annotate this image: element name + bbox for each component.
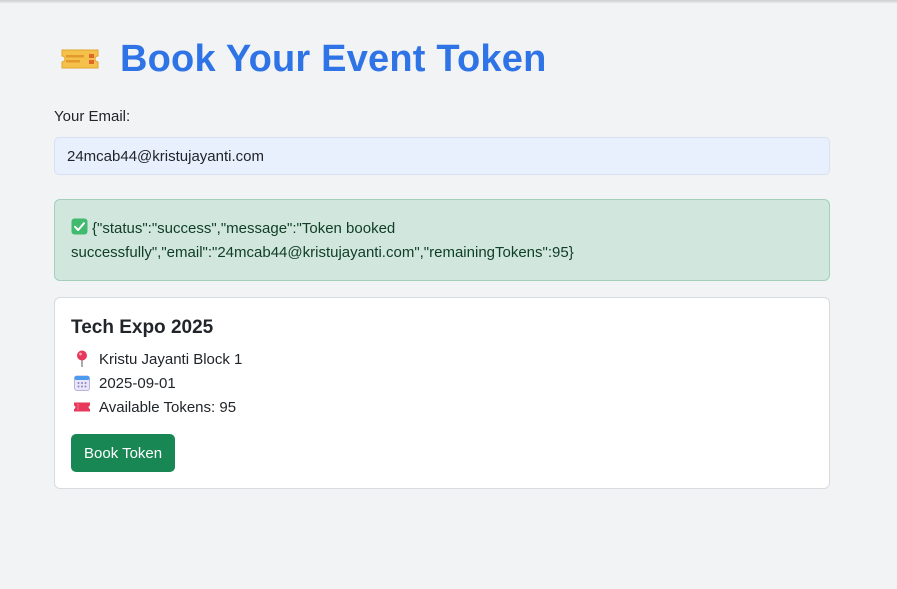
book-token-button[interactable]: Book Token [71,434,176,472]
email-label: Your Email: [54,108,131,125]
page-title: Book Your Event Token [120,37,547,80]
available-tokens-text: Available Tokens: 95 [99,398,237,416]
calendar-icon [73,374,91,392]
event-date: 2025-09-01 [73,373,176,393]
top-edge-shadow [0,0,897,3]
alert-message: {"status":"success","message":"Token boo… [71,220,574,261]
ticket-small-icon [73,398,91,416]
header: Book Your Event Token [60,34,547,84]
event-location: Kristu Jayanti Block 1 [73,349,242,369]
event-title: Tech Expo 2025 [71,317,214,338]
check-mark-icon [71,218,88,235]
success-alert: {"status":"success","message":"Token boo… [54,199,830,281]
event-date-text: 2025-09-01 [99,374,176,392]
event-location-text: Kristu Jayanti Block 1 [99,350,243,368]
event-card: Tech Expo 2025 Kristu Jayanti Block 1 20… [54,297,830,489]
pin-icon [73,350,91,368]
event-tokens: Available Tokens: 95 [73,397,236,417]
ticket-icon [60,34,100,84]
email-input[interactable] [54,137,830,175]
